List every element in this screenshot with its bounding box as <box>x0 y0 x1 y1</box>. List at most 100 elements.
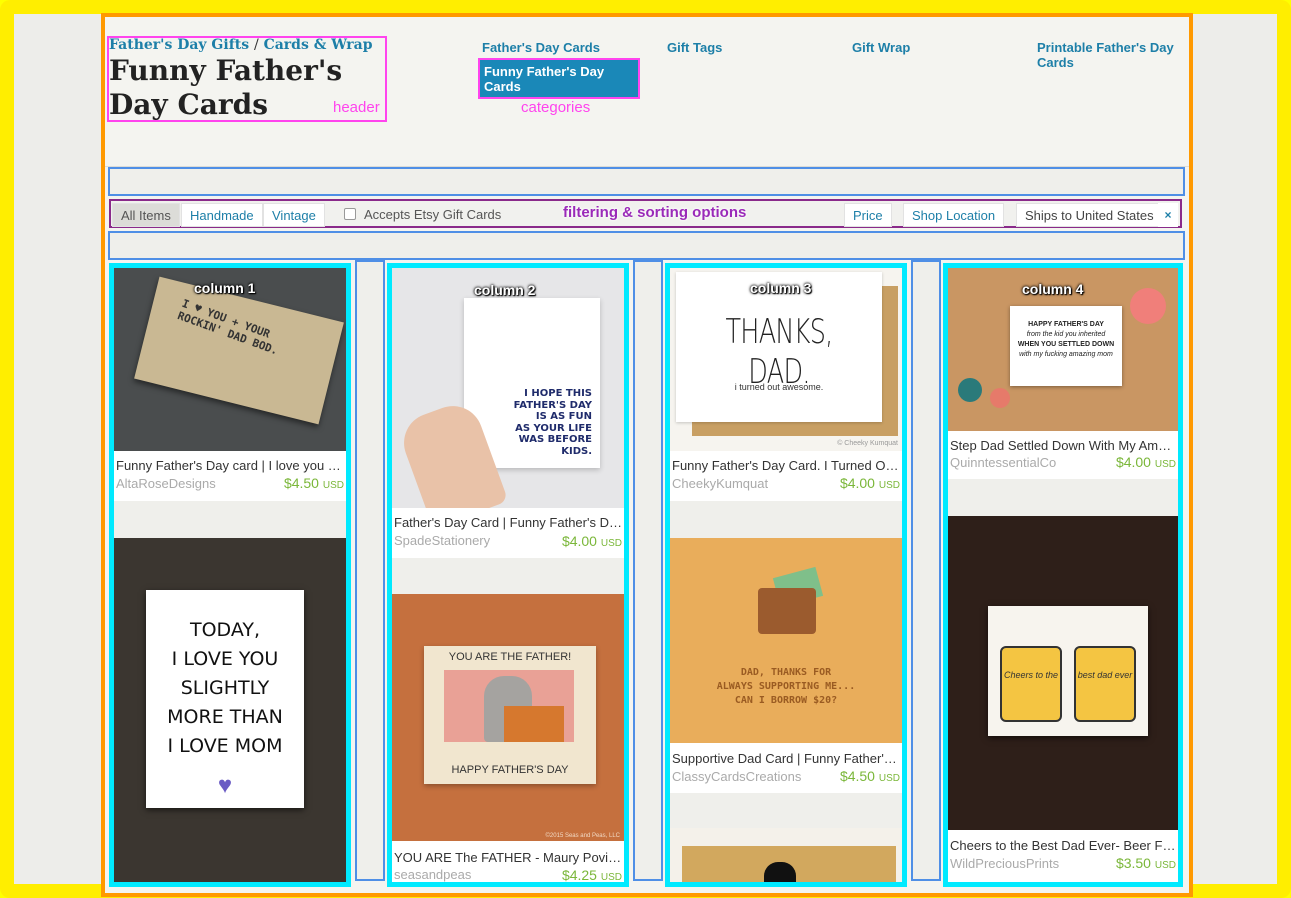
product-card[interactable]: TODAY, I LOVE YOU SLIGHTLY MORE THAN I L… <box>114 538 346 882</box>
price-currency: USD <box>600 538 622 549</box>
shop-name[interactable]: ClassyCardsCreations <box>672 769 801 784</box>
beer-mug-icon: Cheers to the <box>1000 646 1062 722</box>
price-value: $4.25 <box>561 867 597 883</box>
card-line: KIDS. <box>561 445 592 457</box>
shop-name[interactable]: WildPreciousPrints <box>950 856 1059 871</box>
card-bottom-text: HAPPY FATHER'S DAY <box>451 764 569 776</box>
shop-name[interactable]: QuinntessentialCo <box>950 455 1056 470</box>
product-image[interactable]: TODAY, I LOVE YOU SLIGHTLY MORE THAN I L… <box>114 538 346 882</box>
card-text: TODAY, I LOVE YOU SLIGHTLY MORE THAN I L… <box>146 616 304 761</box>
filter-all-items[interactable]: All Items <box>112 203 180 227</box>
card-big-text: THANKS, DAD. <box>725 312 833 392</box>
figure-shape <box>764 862 796 882</box>
gift-cards-label[interactable]: Accepts Etsy Gift Cards <box>364 203 501 227</box>
card-line: SLIGHTLY <box>180 677 270 699</box>
annotation-label-column-2: column 2 <box>474 282 536 298</box>
product-title[interactable]: Supportive Dad Card | Funny Father's Day… <box>672 751 900 766</box>
annotation-label-filter: filtering & sorting options <box>563 204 747 221</box>
price-currency: USD <box>1154 459 1176 470</box>
product-image[interactable]: DAD, THANKS FOR ALWAYS SUPPORTING ME... … <box>670 538 902 743</box>
card-line: WHEN YOU SETTLED DOWN <box>1017 341 1115 348</box>
image-copyright: © Cheeky Kumquat <box>837 440 898 447</box>
shop-name[interactable]: SpadeStationery <box>394 533 490 548</box>
card-small-text: i turned out awesome. <box>734 382 824 392</box>
paper-flower <box>958 378 982 402</box>
product-card[interactable]: I ♥ YOU + YOUR ROCKIN' DAD BOD. Funny Fa… <box>114 268 346 501</box>
product-card[interactable]: I HOPE THIS FATHER'S DAY IS AS FUN AS YO… <box>392 268 624 558</box>
product-column-1: I ♥ YOU + YOUR ROCKIN' DAD BOD. Funny Fa… <box>109 263 351 887</box>
product-image[interactable]: YOU ARE THE FATHER! HAPPY FATHER'S DAY ©… <box>392 594 624 841</box>
product-title[interactable]: YOU ARE The FATHER - Maury Povich Card <box>394 850 622 865</box>
card-line: IS AS FUN <box>535 411 592 422</box>
clear-filter-icon[interactable]: × <box>1158 203 1178 227</box>
annotation-label-header: header <box>333 99 380 116</box>
card-line: with my fucking amazing mom <box>1019 351 1113 358</box>
product-title[interactable]: Cheers to the Best Dad Ever- Beer Father… <box>950 838 1176 853</box>
annotation-box-categories <box>478 58 640 99</box>
shop-name[interactable]: seasandpeas <box>394 867 471 882</box>
mug-right-text: best dad ever <box>1077 670 1133 680</box>
filter-price[interactable]: Price <box>844 203 892 227</box>
beer-mug-icon: best dad ever <box>1074 646 1136 722</box>
category-gift-tags[interactable]: Gift Tags <box>667 40 722 55</box>
card-top-text: YOU ARE THE FATHER! <box>448 651 572 663</box>
filter-sort-bar: All Items Handmade Vintage Accepts Etsy … <box>109 199 1182 228</box>
filter-ships-to[interactable]: Ships to United States <box>1016 203 1163 227</box>
card-line: FATHER'S DAY <box>513 399 592 411</box>
envelope-shape <box>504 706 564 742</box>
card-line: WAS BEFORE <box>518 434 592 445</box>
product-image[interactable]: I HOPE THIS FATHER'S DAY IS AS FUN AS YO… <box>392 268 624 508</box>
annotation-label-column-3: column 3 <box>750 280 812 296</box>
mug-left-text: Cheers to the <box>1003 670 1059 680</box>
card-text: HAPPY FATHER'S DAY from the kid you inhe… <box>1010 320 1122 360</box>
annotation-gap-2 <box>633 260 663 881</box>
shop-name[interactable]: AltaRoseDesigns <box>116 476 216 491</box>
card-shape: HAPPY FATHER'S DAY from the kid you inhe… <box>1010 306 1122 386</box>
price-value: $4.50 <box>283 475 319 491</box>
price-value: $4.50 <box>839 768 875 784</box>
filter-vintage[interactable]: Vintage <box>263 203 325 227</box>
product-title[interactable]: Step Dad Settled Down With My Amazing Mo… <box>950 438 1176 453</box>
product-card[interactable] <box>670 828 902 882</box>
product-card[interactable]: Cheers to the best dad ever Cheers to th… <box>948 516 1178 882</box>
product-card[interactable]: THANKS, DAD. i turned out awesome. © Che… <box>670 268 902 501</box>
annotation-gap-1 <box>355 260 385 881</box>
product-title[interactable]: Funny Father's Day card | I love you + y… <box>116 458 344 473</box>
filter-handmade[interactable]: Handmade <box>181 203 263 227</box>
card-line: MORE THAN <box>167 706 283 728</box>
card-line: AS YOUR LIFE <box>515 422 592 434</box>
price-currency: USD <box>600 872 622 883</box>
gift-cards-checkbox[interactable] <box>344 208 356 220</box>
page-margin-right <box>1193 14 1277 884</box>
product-card[interactable]: YOU ARE THE FATHER! HAPPY FATHER'S DAY ©… <box>392 594 624 883</box>
annotation-strip-top <box>108 167 1185 196</box>
product-price: $4.50 USD <box>284 475 344 491</box>
product-title[interactable]: Funny Father's Day Card. I Turned Out Aw… <box>672 458 900 473</box>
product-column-2: I HOPE THIS FATHER'S DAY IS AS FUN AS YO… <box>387 263 629 887</box>
product-card[interactable]: HAPPY FATHER'S DAY from the kid you inhe… <box>948 268 1178 479</box>
price-currency: USD <box>322 480 344 491</box>
product-image[interactable]: Cheers to the best dad ever <box>948 516 1178 830</box>
filter-shop-location[interactable]: Shop Location <box>903 203 1005 227</box>
annotation-label-categories: categories <box>521 99 591 116</box>
category-printable-fathers-day-cards[interactable]: Printable Father's Day Cards <box>1037 40 1182 70</box>
category-gift-wrap[interactable]: Gift Wrap <box>852 40 910 55</box>
card-line: I LOVE MOM <box>167 735 283 757</box>
product-card[interactable]: DAD, THANKS FOR ALWAYS SUPPORTING ME... … <box>670 538 902 793</box>
product-price: $4.00 USD <box>1116 454 1176 470</box>
category-fathers-day-cards[interactable]: Father's Day Cards <box>482 40 600 55</box>
price-currency: USD <box>1154 860 1176 871</box>
card-line: CAN I BORROW $20? <box>734 695 838 706</box>
product-image[interactable] <box>670 828 902 882</box>
image-copyright: ©2015 Seas and Peas, LLC <box>545 833 620 839</box>
shop-name[interactable]: CheekyKumquat <box>672 476 768 491</box>
card-line: DAD, THANKS FOR <box>740 667 832 678</box>
product-title[interactable]: Father's Day Card | Funny Father's Day C… <box>394 515 622 530</box>
card-line: I LOVE YOU <box>171 648 279 670</box>
price-value: $3.50 <box>1115 855 1151 871</box>
product-price: $4.00 USD <box>840 475 900 491</box>
card-line: ALWAYS SUPPORTING ME... <box>716 681 856 692</box>
price-value: $4.00 <box>1115 454 1151 470</box>
product-price: $4.50 USD <box>840 768 900 784</box>
paper-flower <box>990 388 1010 408</box>
